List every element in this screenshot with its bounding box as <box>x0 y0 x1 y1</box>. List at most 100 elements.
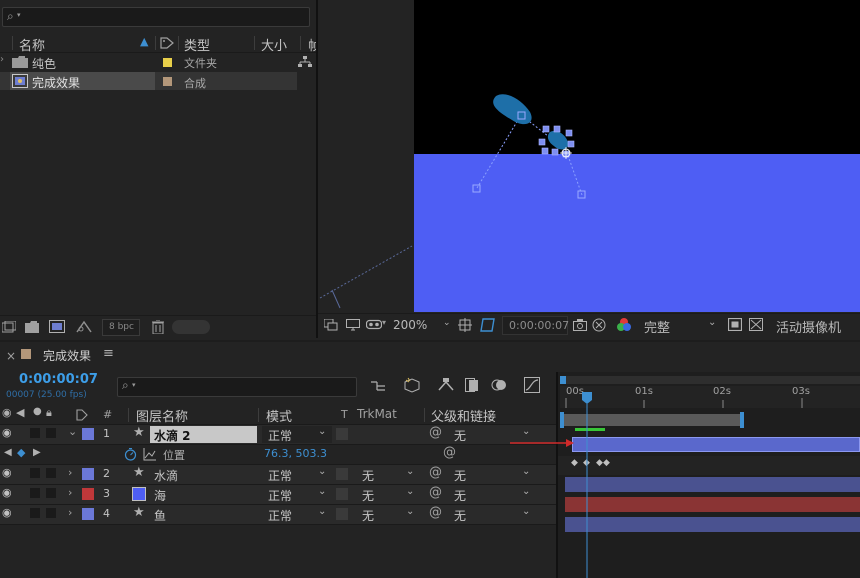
parent-dropdown[interactable]: 无 ⌄ <box>450 466 536 483</box>
graph-icon[interactable] <box>143 448 156 461</box>
mode-dropdown[interactable]: 正常 ⌄ <box>262 466 332 483</box>
layer-row[interactable]: ◉ › 3 海 正常 ⌄ 无 ⌄ @ 无 ⌄ <box>0 485 556 505</box>
chevron-right-icon[interactable]: › <box>68 486 72 499</box>
motion-blur-icon[interactable] <box>491 378 507 392</box>
mode-dropdown[interactable]: 正常 ⌄ <box>262 506 332 523</box>
viewer-timecode[interactable]: 0:00:00:07 <box>509 319 569 332</box>
keyframe-icon[interactable]: ◆ <box>603 458 610 468</box>
column-trkmat[interactable]: TrkMat <box>357 407 397 421</box>
time-ruler[interactable]: 00s 01s 02s 03s <box>560 386 860 408</box>
close-tab-icon[interactable]: × <box>6 349 16 363</box>
layer-duration-bar[interactable] <box>565 497 860 512</box>
playhead[interactable] <box>580 392 594 578</box>
eye-icon[interactable]: ◉ <box>2 486 12 499</box>
layer-name[interactable]: 水滴 <box>154 467 178 484</box>
label-color-swatch[interactable] <box>82 468 94 480</box>
preserve-transparency-checkbox[interactable] <box>336 508 348 520</box>
chevron-down-icon[interactable]: ⌄ <box>443 318 451 328</box>
zoom-dropdown[interactable]: 200% <box>393 318 427 332</box>
layer-duration-bar[interactable] <box>572 437 860 452</box>
trkmat-dropdown[interactable]: 无 ⌄ <box>356 486 420 503</box>
bit-depth-button[interactable]: 8 bpc <box>109 322 134 332</box>
frame-blending-icon[interactable] <box>465 378 481 392</box>
draft-3d-icon[interactable] <box>403 377 421 393</box>
chevron-right-icon[interactable]: › <box>68 506 72 519</box>
column-layer-name[interactable]: 图层名称 <box>136 406 188 425</box>
layer-search-input[interactable]: ⌕ ▾ <box>117 377 357 397</box>
label-color-swatch[interactable] <box>163 77 172 86</box>
preserve-transparency-checkbox[interactable] <box>336 468 348 480</box>
position-value[interactable]: 76.3, 503.3 <box>264 447 327 460</box>
flowchart-icon[interactable] <box>298 56 312 68</box>
region-of-interest-icon[interactable] <box>728 318 742 331</box>
speaker-icon[interactable]: ◀ <box>16 406 24 419</box>
resolution-dropdown[interactable]: 完整 ⌄ <box>636 316 722 336</box>
trash-icon[interactable] <box>152 320 164 334</box>
parent-dropdown[interactable]: 无 ⌄ <box>450 506 536 523</box>
pick-whip-icon[interactable]: @ <box>429 505 442 520</box>
eye-icon[interactable]: ◉ <box>2 506 12 519</box>
mode-dropdown[interactable]: 正常 ⌄ <box>262 486 332 503</box>
timeline-tab-title[interactable]: 完成效果 <box>43 347 91 364</box>
label-tag-icon[interactable] <box>76 409 88 421</box>
preserve-transparency-checkbox[interactable] <box>336 488 348 500</box>
layer-duration-bar[interactable] <box>565 517 860 532</box>
timeline-graph-area[interactable]: 00s 01s 02s 03s ◆ ◆ ◆ ◆ <box>510 372 860 578</box>
layer-row[interactable]: ◉ › 2 ★ 水滴 正常 ⌄ 无 ⌄ @ 无 ⌄ <box>0 465 556 485</box>
trkmat-dropdown[interactable]: 无 ⌄ <box>356 466 420 483</box>
shy-layers-icon[interactable] <box>437 378 455 392</box>
expression-pick-whip-icon[interactable]: @ <box>443 445 456 460</box>
stopwatch-icon[interactable] <box>124 448 137 461</box>
vr-goggles-icon[interactable] <box>366 318 382 332</box>
parent-dropdown[interactable]: 无 ⌄ <box>450 486 536 503</box>
chevron-right-icon[interactable]: › <box>0 54 4 65</box>
eye-icon[interactable]: ◉ <box>2 426 12 439</box>
pick-whip-icon[interactable]: @ <box>429 485 442 500</box>
mode-dropdown[interactable]: 正常 ⌄ <box>262 426 332 443</box>
property-row-position[interactable]: ◀ ◆ ▶ 位置 76.3, 503.3 @ <box>0 445 556 465</box>
column-mode[interactable]: 模式 <box>266 406 292 425</box>
trkmat-dropdown[interactable]: 无 ⌄ <box>356 506 420 523</box>
project-item-folder[interactable]: › 纯色 文件夹 <box>0 53 316 71</box>
layer-name-input[interactable]: 水滴 2 <box>154 427 191 444</box>
pick-whip-icon[interactable]: @ <box>429 425 442 440</box>
column-size[interactable]: 大小 <box>261 35 287 54</box>
transparency-grid-icon[interactable] <box>749 318 763 331</box>
keyframe-icon[interactable]: ◆ <box>571 458 578 468</box>
project-item-composition[interactable]: 完成效果 合成 <box>0 72 297 90</box>
graph-editor-icon[interactable] <box>524 377 542 393</box>
panel-menu-icon[interactable]: ≡ <box>103 346 114 361</box>
always-preview-icon[interactable] <box>324 319 338 331</box>
choose-grid-icon[interactable] <box>458 318 472 332</box>
composition-canvas[interactable] <box>318 0 860 312</box>
solo-icon[interactable]: ● <box>33 406 42 417</box>
layer-row[interactable]: ◉ ⌄ 1 ★ 水滴 2 正常 ⌄ @ 无 ⌄ <box>0 425 556 445</box>
column-name[interactable]: 名称 <box>19 35 45 54</box>
project-settings-icon[interactable] <box>75 320 93 334</box>
label-color-swatch[interactable] <box>163 58 172 67</box>
chevron-down-icon[interactable]: ⌄ <box>68 425 77 438</box>
chevron-right-icon[interactable]: › <box>68 466 72 479</box>
label-color-swatch[interactable] <box>82 428 94 440</box>
show-snapshot-icon[interactable] <box>592 318 606 332</box>
column-frame-rate[interactable]: 帧 <box>308 35 316 54</box>
previous-keyframe-icon[interactable]: ◀ <box>4 447 12 458</box>
label-color-swatch[interactable] <box>82 488 94 500</box>
camera-view-dropdown[interactable]: 活动摄像机 <box>776 317 841 336</box>
composition-flowchart-icon[interactable] <box>371 379 387 393</box>
monitor-icon[interactable] <box>346 319 360 331</box>
pick-whip-icon[interactable]: @ <box>429 465 442 480</box>
next-keyframe-icon[interactable]: ▶ <box>33 447 41 458</box>
eye-icon[interactable]: ◉ <box>2 466 12 479</box>
layer-name[interactable]: 海 <box>154 487 166 504</box>
interpret-footage-icon[interactable] <box>2 321 16 333</box>
sort-ascending-icon[interactable]: ▲ <box>140 35 148 48</box>
preserve-transparency-checkbox[interactable] <box>336 428 348 440</box>
layer-duration-bar[interactable] <box>565 477 860 492</box>
thumbnail-slider[interactable] <box>172 320 210 334</box>
column-parent[interactable]: 父级和链接 <box>431 406 496 425</box>
add-keyframe-icon[interactable]: ◆ <box>17 446 25 459</box>
color-channels-icon[interactable] <box>616 317 632 333</box>
eye-icon[interactable]: ◉ <box>2 406 12 419</box>
label-tag-icon[interactable] <box>160 37 174 49</box>
